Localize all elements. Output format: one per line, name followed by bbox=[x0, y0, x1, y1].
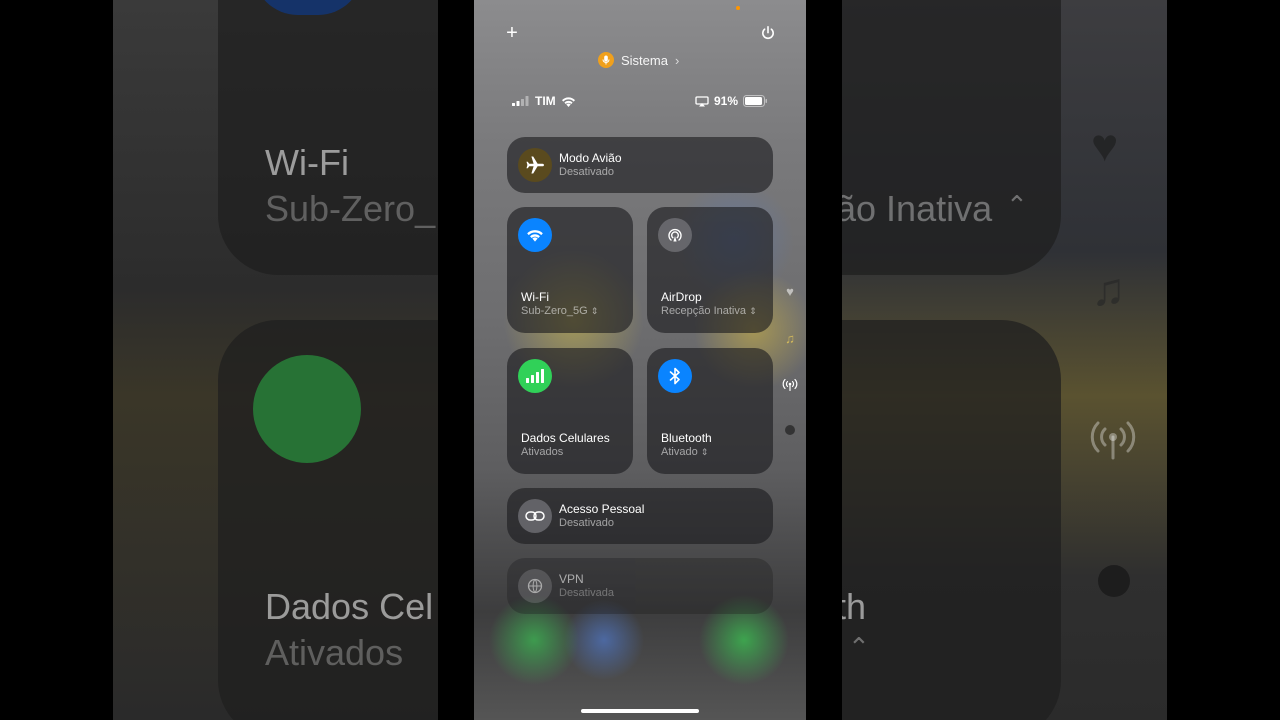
link-icon bbox=[518, 499, 552, 533]
bg-cellular-sub: Ativados bbox=[265, 632, 404, 673]
bluetooth-title: Bluetooth bbox=[661, 431, 712, 445]
chevron-updown-icon: ⇕ bbox=[700, 447, 709, 457]
cellular-data-status: Ativados bbox=[521, 446, 564, 458]
plus-icon: + bbox=[506, 21, 518, 44]
letterbox-right bbox=[806, 0, 842, 720]
vpn-icon bbox=[518, 569, 552, 603]
bg-wifi-tile bbox=[218, 0, 474, 275]
signal-icon bbox=[512, 96, 529, 106]
control-center: + Sistema › TIM 91% Modo Avião Desativad… bbox=[474, 0, 806, 720]
bg-airdrop-chevron-icon: ⌃ bbox=[1006, 190, 1028, 220]
hotspot-status: Desativado bbox=[559, 517, 615, 529]
power-icon bbox=[762, 25, 774, 40]
microphone-icon bbox=[598, 52, 614, 68]
vpn-title: VPN bbox=[559, 572, 584, 586]
bg-music-icon: ♫ bbox=[1091, 263, 1126, 315]
page-dot-icon[interactable] bbox=[782, 422, 798, 438]
favorites-page-heart-icon[interactable]: ♥ bbox=[782, 283, 798, 299]
connectivity-page-antenna-icon[interactable] bbox=[782, 376, 798, 392]
bg-cellular-circle bbox=[253, 355, 361, 463]
letterbox-left bbox=[438, 0, 474, 720]
music-page-icon[interactable]: ♫ bbox=[782, 330, 798, 346]
bg-antenna-icon bbox=[1088, 412, 1138, 467]
personal-hotspot-toggle[interactable]: Acesso Pessoal Desativado bbox=[507, 488, 773, 544]
bluetooth-icon bbox=[658, 359, 692, 393]
home-indicator[interactable] bbox=[581, 709, 699, 713]
battery-percent: 91% bbox=[713, 94, 738, 108]
focus-sistema-button[interactable]: Sistema › bbox=[598, 50, 679, 70]
wifi-title: Wi-Fi bbox=[521, 290, 549, 304]
bluetooth-status: Ativado ⇕ bbox=[661, 446, 709, 458]
chevron-right-icon: › bbox=[674, 52, 680, 68]
cellular-data-tile[interactable]: Dados Celulares Ativados bbox=[507, 348, 633, 474]
bluetooth-tile[interactable]: Bluetooth Ativado ⇕ bbox=[647, 348, 773, 474]
hotspot-title: Acesso Pessoal bbox=[559, 502, 645, 516]
status-bar: TIM 91% bbox=[512, 94, 768, 110]
airdrop-icon bbox=[658, 218, 692, 252]
bg-wifi-title: Wi-Fi bbox=[265, 142, 349, 183]
airplane-icon bbox=[518, 148, 552, 182]
airplane-mode-toggle[interactable]: Modo Avião Desativado bbox=[507, 137, 773, 193]
chevron-updown-icon: ⇕ bbox=[590, 306, 599, 316]
battery-icon bbox=[743, 95, 767, 107]
bg-wifi-sub: Sub-Zero_ bbox=[265, 188, 436, 229]
airdrop-tile[interactable]: AirDrop Recepção Inativa ⇕ bbox=[647, 207, 773, 333]
airdrop-status: Recepção Inativa ⇕ bbox=[661, 305, 757, 317]
wifi-tile[interactable]: Wi-Fi Sub-Zero_5G ⇕ bbox=[507, 207, 633, 333]
carrier-name: TIM bbox=[535, 94, 556, 108]
airplane-mode-status: Desativado bbox=[559, 166, 615, 178]
bg-airdrop-tile bbox=[806, 0, 1061, 275]
bg-airdrop-sub: ão Inativa bbox=[836, 188, 993, 229]
focus-label: Sistema bbox=[621, 52, 668, 68]
vpn-toggle[interactable]: VPN Desativada bbox=[507, 558, 773, 614]
wifi-status-icon bbox=[561, 96, 575, 107]
privacy-indicator-dot bbox=[736, 6, 740, 10]
bg-heart-icon: ♥ bbox=[1091, 119, 1119, 171]
background-right-blur: ão Inativa ⌃ th ⌃ ♥ ♫ bbox=[806, 0, 1167, 720]
chevron-updown-icon: ⇕ bbox=[749, 306, 757, 316]
screen-mirroring-icon bbox=[695, 95, 709, 106]
vpn-status: Desativada bbox=[559, 587, 615, 599]
bg-cellular-title: Dados Cel bbox=[265, 586, 434, 627]
bg-dot-icon bbox=[1098, 565, 1130, 597]
wifi-icon bbox=[518, 218, 552, 252]
cellular-signal-icon bbox=[518, 359, 552, 393]
background-left-blur: Wi-Fi Sub-Zero_ Dados Cel Ativados bbox=[113, 0, 474, 720]
bg-bluetooth-tile bbox=[806, 320, 1061, 720]
airdrop-title: AirDrop bbox=[661, 290, 702, 304]
bg-bluetooth-chevron-icon: ⌃ bbox=[848, 632, 870, 662]
wifi-network-name: Sub-Zero_5G ⇕ bbox=[521, 305, 599, 317]
add-control-button[interactable]: + bbox=[501, 22, 523, 44]
cellular-data-title: Dados Celulares bbox=[521, 431, 610, 445]
airplane-mode-title: Modo Avião bbox=[559, 151, 622, 165]
power-button[interactable] bbox=[757, 22, 779, 44]
